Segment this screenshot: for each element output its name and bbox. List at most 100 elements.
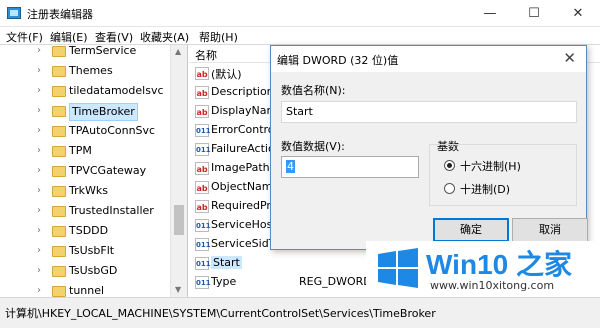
key-tree: › TermService › Themes › tiledatamodelsvc › Tim… xyxy=(0,45,188,297)
folder-icon xyxy=(52,46,66,57)
tree-item-label: TrustedInstaller xyxy=(69,204,154,217)
chevron-right-icon[interactable]: › xyxy=(37,245,41,256)
tree-item-label: TimeBroker xyxy=(69,103,138,121)
folder-icon xyxy=(52,86,66,97)
tree-item[interactable]: › TermService xyxy=(0,45,170,62)
tree-item-label: TSDDD xyxy=(69,224,109,237)
chevron-right-icon[interactable]: › xyxy=(37,185,41,196)
dec-radio-label[interactable]: 十进制(D) xyxy=(460,181,510,197)
key-path: 计算机\HKEY_LOCAL_MACHINE\SYSTEM\CurrentCon… xyxy=(5,307,436,320)
tree-item[interactable]: › TimeBroker xyxy=(0,102,170,122)
value-name-field[interactable]: Start xyxy=(281,101,577,123)
tree-item[interactable]: › TrustedInstaller xyxy=(0,202,170,222)
chevron-right-icon[interactable]: › xyxy=(37,125,41,136)
ok-button[interactable]: 确定 xyxy=(433,218,509,242)
tree-item[interactable]: › TsUsbFlt xyxy=(0,242,170,262)
tree-item-label: TPM xyxy=(69,144,92,157)
watermark: Win10 之家 www.win10xitong.com xyxy=(366,241,600,297)
scrollbar-thumb[interactable] xyxy=(174,205,184,235)
dialog-close-icon[interactable]: ✕ xyxy=(563,49,576,67)
scroll-down-icon[interactable]: ▼ xyxy=(175,285,181,294)
menu-favorites[interactable]: 收藏夹(A) xyxy=(140,29,189,45)
tree-item[interactable]: › TPM xyxy=(0,142,170,162)
tree-scrollbar[interactable]: ▲ ▼ xyxy=(170,45,187,297)
menu-help[interactable]: 帮助(H) xyxy=(199,29,238,45)
tree-item[interactable]: › TSDDD xyxy=(0,222,170,242)
chevron-right-icon[interactable]: › xyxy=(37,225,41,236)
chevron-right-icon[interactable]: › xyxy=(37,145,41,156)
tree-item-label: Themes xyxy=(69,64,113,77)
string-value-icon: ab xyxy=(195,67,209,80)
value-name: ImagePath xyxy=(211,161,270,174)
menu-file[interactable]: 文件(F) xyxy=(6,29,43,45)
hex-radio-label[interactable]: 十六进制(H) xyxy=(460,158,521,174)
value-name-label: 数值名称(N): xyxy=(281,84,346,97)
binary-value-icon: 011 xyxy=(195,238,211,251)
folder-icon xyxy=(52,126,66,137)
windows-logo-icon xyxy=(378,248,418,288)
string-value-icon: ab xyxy=(195,86,209,99)
value-data-text: 4 xyxy=(286,160,295,173)
folder-icon xyxy=(52,66,66,77)
chevron-right-icon[interactable]: › xyxy=(37,85,41,96)
edit-dword-dialog: 编辑 DWORD (32 位)值 ✕ 数值名称(N): Start 数值数据(V… xyxy=(270,45,588,250)
dialog-title: 编辑 DWORD (32 位)值 xyxy=(277,54,399,67)
tree-item[interactable]: › TPAutoConnSvc xyxy=(0,122,170,142)
value-type: REG_DWORD xyxy=(299,275,372,288)
column-header-name[interactable]: 名称 xyxy=(195,47,217,63)
hex-radio[interactable] xyxy=(444,160,455,171)
binary-value-icon: 011 xyxy=(195,219,211,232)
chevron-right-icon[interactable]: › xyxy=(37,165,41,176)
maximize-button[interactable]: ☐ xyxy=(512,0,556,27)
base-group: 十六进制(H) 十进制(D) xyxy=(429,144,577,206)
tree-item[interactable]: › tiledatamodelsvc xyxy=(0,82,170,102)
tree-item-label: TPAutoConnSvc xyxy=(69,124,156,137)
value-name: Description xyxy=(211,85,274,98)
menu-view[interactable]: 查看(V) xyxy=(95,29,133,45)
binary-value-icon: 011 xyxy=(195,276,211,289)
tree-item[interactable]: › TsUsbGD xyxy=(0,262,170,282)
chevron-right-icon[interactable]: › xyxy=(37,105,41,116)
tree-item-label: tunnel xyxy=(69,284,105,297)
value-data-field[interactable]: 4 xyxy=(281,156,419,178)
folder-icon xyxy=(52,206,66,217)
folder-icon xyxy=(52,226,66,237)
chevron-right-icon[interactable]: › xyxy=(37,205,41,216)
tree-item[interactable]: › Themes xyxy=(0,62,170,82)
folder-icon xyxy=(52,166,66,177)
folder-icon xyxy=(52,246,66,257)
folder-icon xyxy=(52,106,66,117)
close-button[interactable]: ✕ xyxy=(556,0,600,27)
tree-item-label: TermService xyxy=(69,45,137,57)
value-name: Start xyxy=(211,256,242,269)
binary-value-icon: 011 xyxy=(195,143,211,156)
scroll-up-icon[interactable]: ▲ xyxy=(175,47,181,56)
menu-edit[interactable]: 编辑(E) xyxy=(50,29,88,45)
value-data-label: 数值数据(V): xyxy=(281,140,345,153)
title-bar: 注册表编辑器 — ☐ ✕ xyxy=(0,0,600,27)
tree-item[interactable]: › TPVCGateway xyxy=(0,162,170,182)
folder-icon xyxy=(52,266,66,277)
string-value-icon: ab xyxy=(195,200,209,213)
chevron-right-icon[interactable]: › xyxy=(37,45,41,56)
chevron-right-icon[interactable]: › xyxy=(37,285,41,296)
chevron-right-icon[interactable]: › xyxy=(37,65,41,76)
value-name: (默认) xyxy=(211,68,242,81)
watermark-url: www.win10xitong.com xyxy=(430,279,555,292)
tree-item-label: TsUsbGD xyxy=(69,264,118,277)
folder-icon xyxy=(52,186,66,197)
tree-item[interactable]: › TrkWks xyxy=(0,182,170,202)
tree-item-label: TsUsbFlt xyxy=(69,244,115,257)
binary-value-icon: 011 xyxy=(195,257,211,270)
cancel-button[interactable]: 取消 xyxy=(512,218,588,242)
window-title: 注册表编辑器 xyxy=(27,8,93,21)
dec-radio[interactable] xyxy=(444,183,455,194)
watermark-title: Win10 之家 xyxy=(426,249,572,280)
chevron-right-icon[interactable]: › xyxy=(37,265,41,276)
string-value-icon: ab xyxy=(195,105,209,118)
tree-item[interactable]: › tunnel xyxy=(0,282,170,297)
minimize-button[interactable]: — xyxy=(468,0,512,27)
string-value-icon: ab xyxy=(195,181,209,194)
binary-value-icon: 011 xyxy=(195,124,211,137)
dialog-title-bar: 编辑 DWORD (32 位)值 ✕ xyxy=(271,46,586,72)
